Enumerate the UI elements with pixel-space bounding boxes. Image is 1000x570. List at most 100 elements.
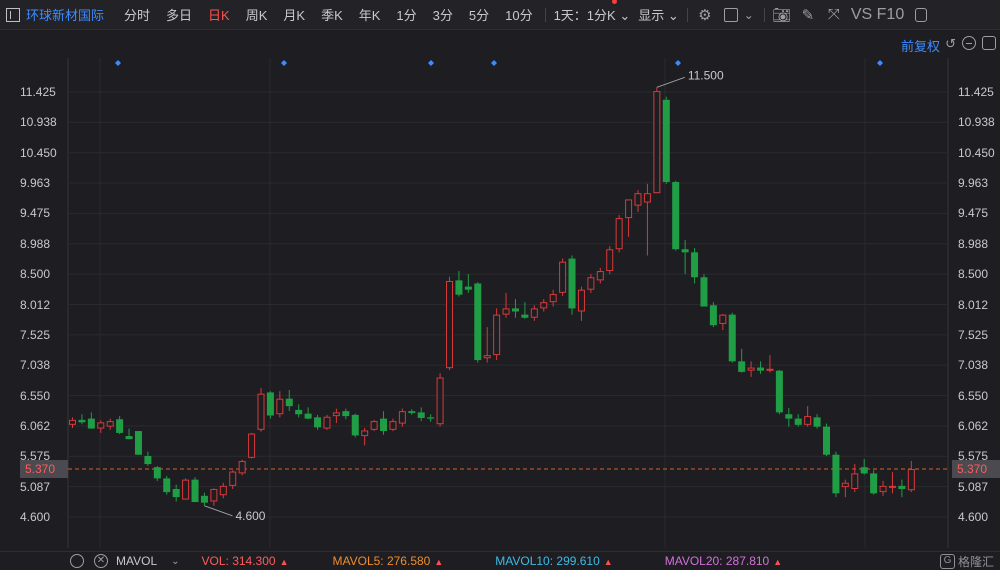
current-price-tag-left: 5.370	[20, 460, 68, 479]
y-tick-label: 10.938	[20, 115, 57, 130]
high-annotation-leader	[656, 76, 686, 88]
candle-body	[436, 377, 444, 425]
candle-body	[813, 417, 821, 427]
y-tick-label: 8.500	[958, 267, 989, 282]
candle-body	[568, 258, 576, 309]
candle-body	[587, 277, 595, 290]
candle-body	[596, 271, 604, 281]
candle-body	[653, 91, 661, 194]
candle-body	[276, 398, 284, 415]
candle-body	[87, 418, 95, 429]
candle-body	[691, 252, 699, 278]
candle-body	[304, 413, 312, 419]
candle-body	[455, 280, 463, 295]
y-tick-label: 10.450	[958, 145, 995, 160]
candle-body	[417, 412, 425, 418]
candle-body	[606, 249, 614, 272]
candle-body	[446, 280, 453, 369]
candle-body	[78, 419, 86, 423]
y-tick-label: 9.963	[20, 176, 51, 191]
y-tick-label: 10.450	[20, 145, 57, 160]
candle-body	[144, 455, 152, 465]
y-tick-label: 9.963	[958, 176, 989, 191]
candle-body	[323, 416, 331, 429]
y-tick-label: 6.062	[958, 418, 989, 433]
event-marker-icon	[428, 60, 434, 66]
candle-body	[794, 418, 802, 425]
event-marker-icon	[877, 60, 883, 66]
candle-body	[153, 467, 161, 479]
indicator-name[interactable]: MAVOL	[116, 554, 157, 568]
candle-body	[389, 421, 397, 430]
y-tick-label: 4.600	[958, 510, 989, 524]
logo-icon: G	[939, 554, 955, 569]
y-tick-label: 6.550	[20, 388, 51, 403]
candle-body	[342, 411, 350, 417]
indicator-bar: ✕ MAVOL ⌄ VOL: 314.300 ▲ MAVOL5: 276.580 ▲…	[0, 551, 1000, 570]
candle-body	[351, 414, 359, 436]
y-tick-label: 7.525	[20, 327, 51, 342]
candle-body	[549, 294, 557, 303]
candle-body	[172, 488, 180, 498]
candle-body	[474, 283, 482, 361]
y-tick-label: 7.038	[20, 358, 51, 373]
candle-body	[314, 417, 322, 428]
candle-body	[97, 422, 105, 429]
candle-body	[766, 368, 774, 371]
y-tick-label: 8.988	[20, 236, 51, 251]
candle-body	[248, 433, 256, 458]
candle-body	[511, 308, 519, 312]
candle-body	[219, 485, 227, 496]
candle-body	[483, 355, 491, 359]
candle-body	[502, 308, 510, 315]
candle-body	[380, 418, 388, 432]
candle-body	[540, 302, 548, 309]
close-indicator-icon[interactable]: ✕	[94, 554, 108, 568]
y-tick-label: 5.087	[20, 479, 51, 494]
candle-body	[182, 479, 190, 500]
candle-body	[266, 392, 274, 416]
candle-body	[332, 412, 340, 417]
candle-body	[521, 314, 529, 318]
y-tick-label: 8.012	[20, 297, 51, 312]
candle-body	[285, 398, 293, 407]
candle-body	[361, 430, 369, 437]
event-marker-icon	[115, 60, 121, 66]
candle-body	[860, 467, 868, 474]
candle-body	[625, 199, 633, 219]
candle-body	[134, 431, 142, 455]
candle-body	[728, 314, 736, 362]
candle-body	[672, 181, 680, 250]
candle-body	[229, 471, 237, 486]
y-tick-label: 11.425	[20, 85, 56, 99]
candle-body	[823, 426, 830, 455]
candle-body	[757, 367, 765, 371]
candlestick-chart[interactable]: 11.500 4.600	[0, 0, 1000, 570]
candle-body	[370, 421, 378, 430]
candle-body	[210, 488, 218, 502]
candle-body	[700, 277, 708, 307]
chevron-down-icon[interactable]: ⌄	[171, 556, 179, 567]
candle-body	[747, 367, 755, 371]
candle-body	[775, 370, 783, 413]
indicator-settings-icon[interactable]	[70, 554, 84, 568]
candle-body	[662, 99, 670, 182]
candle-body	[634, 193, 642, 206]
event-marker-icon	[281, 60, 287, 66]
logo-text: 格隆汇	[957, 555, 994, 569]
mavol10-value: MAVOL10: 299.610 ▲	[495, 554, 613, 568]
event-marker-icon	[675, 60, 681, 66]
candle-body	[851, 473, 859, 489]
y-tick-label: 6.062	[20, 418, 51, 433]
event-marker-icon	[491, 60, 497, 66]
candle-body	[785, 414, 793, 419]
candle-body	[719, 314, 727, 324]
candle-body	[530, 308, 538, 318]
candle-body	[398, 411, 406, 424]
candle-body	[427, 417, 435, 419]
y-tick-label: 9.475	[958, 206, 989, 221]
candle-body	[643, 193, 651, 203]
candle-body	[191, 479, 199, 503]
y-tick-label: 8.500	[20, 267, 51, 282]
y-tick-label: 8.988	[958, 236, 989, 251]
